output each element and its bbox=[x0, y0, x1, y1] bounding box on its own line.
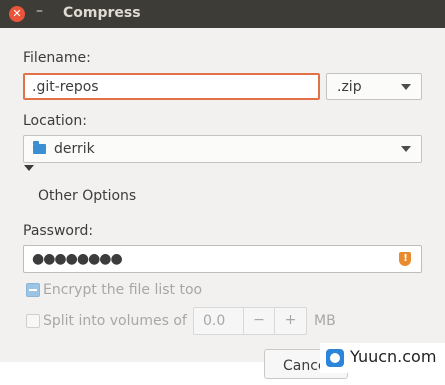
folder-icon bbox=[33, 141, 46, 154]
password-value: ●●●●●●●● bbox=[32, 251, 123, 267]
extension-dropdown[interactable]: .zip bbox=[326, 73, 422, 100]
location-label: Location: bbox=[23, 113, 87, 129]
watermark-text: Yuucn.com bbox=[350, 347, 437, 366]
password-input[interactable]: ●●●●●●●● ! bbox=[23, 245, 422, 273]
location-dropdown[interactable]: derrik bbox=[23, 135, 422, 163]
split-volumes-label: Split into volumes of bbox=[43, 313, 187, 329]
volume-decrease-button[interactable]: − bbox=[243, 307, 275, 335]
split-volumes-checkbox[interactable] bbox=[26, 314, 40, 328]
watermark: Yuucn.com bbox=[320, 343, 445, 373]
expander-arrow-icon[interactable] bbox=[24, 165, 34, 171]
other-options-expander[interactable]: Other Options bbox=[38, 188, 136, 204]
encrypt-list-checkbox[interactable] bbox=[26, 283, 40, 297]
volume-unit-label: MB bbox=[314, 313, 336, 329]
extension-value: .zip bbox=[337, 79, 362, 95]
volume-increase-button[interactable]: + bbox=[274, 307, 307, 335]
chevron-down-icon bbox=[401, 84, 411, 90]
volume-size-input[interactable]: 0.0 bbox=[193, 307, 244, 335]
filename-input[interactable]: .git-repos bbox=[23, 73, 320, 100]
minimize-icon[interactable]: – bbox=[36, 3, 43, 19]
window-title: Compress bbox=[63, 5, 141, 21]
filename-value: .git-repos bbox=[32, 79, 99, 95]
watermark-logo-icon bbox=[326, 349, 344, 367]
volume-size-value: 0.0 bbox=[203, 313, 226, 329]
close-icon[interactable]: ✕ bbox=[9, 6, 25, 22]
chevron-down-icon bbox=[401, 146, 411, 152]
title-bar: ✕ – Compress bbox=[0, 0, 445, 28]
location-value: derrik bbox=[54, 141, 95, 157]
filename-label: Filename: bbox=[23, 50, 91, 66]
encrypt-list-label: Encrypt the file list too bbox=[43, 282, 203, 298]
plus-icon: + bbox=[284, 312, 297, 328]
shield-warning-icon: ! bbox=[399, 252, 411, 266]
password-label: Password: bbox=[23, 223, 94, 239]
minus-icon: − bbox=[253, 312, 265, 328]
